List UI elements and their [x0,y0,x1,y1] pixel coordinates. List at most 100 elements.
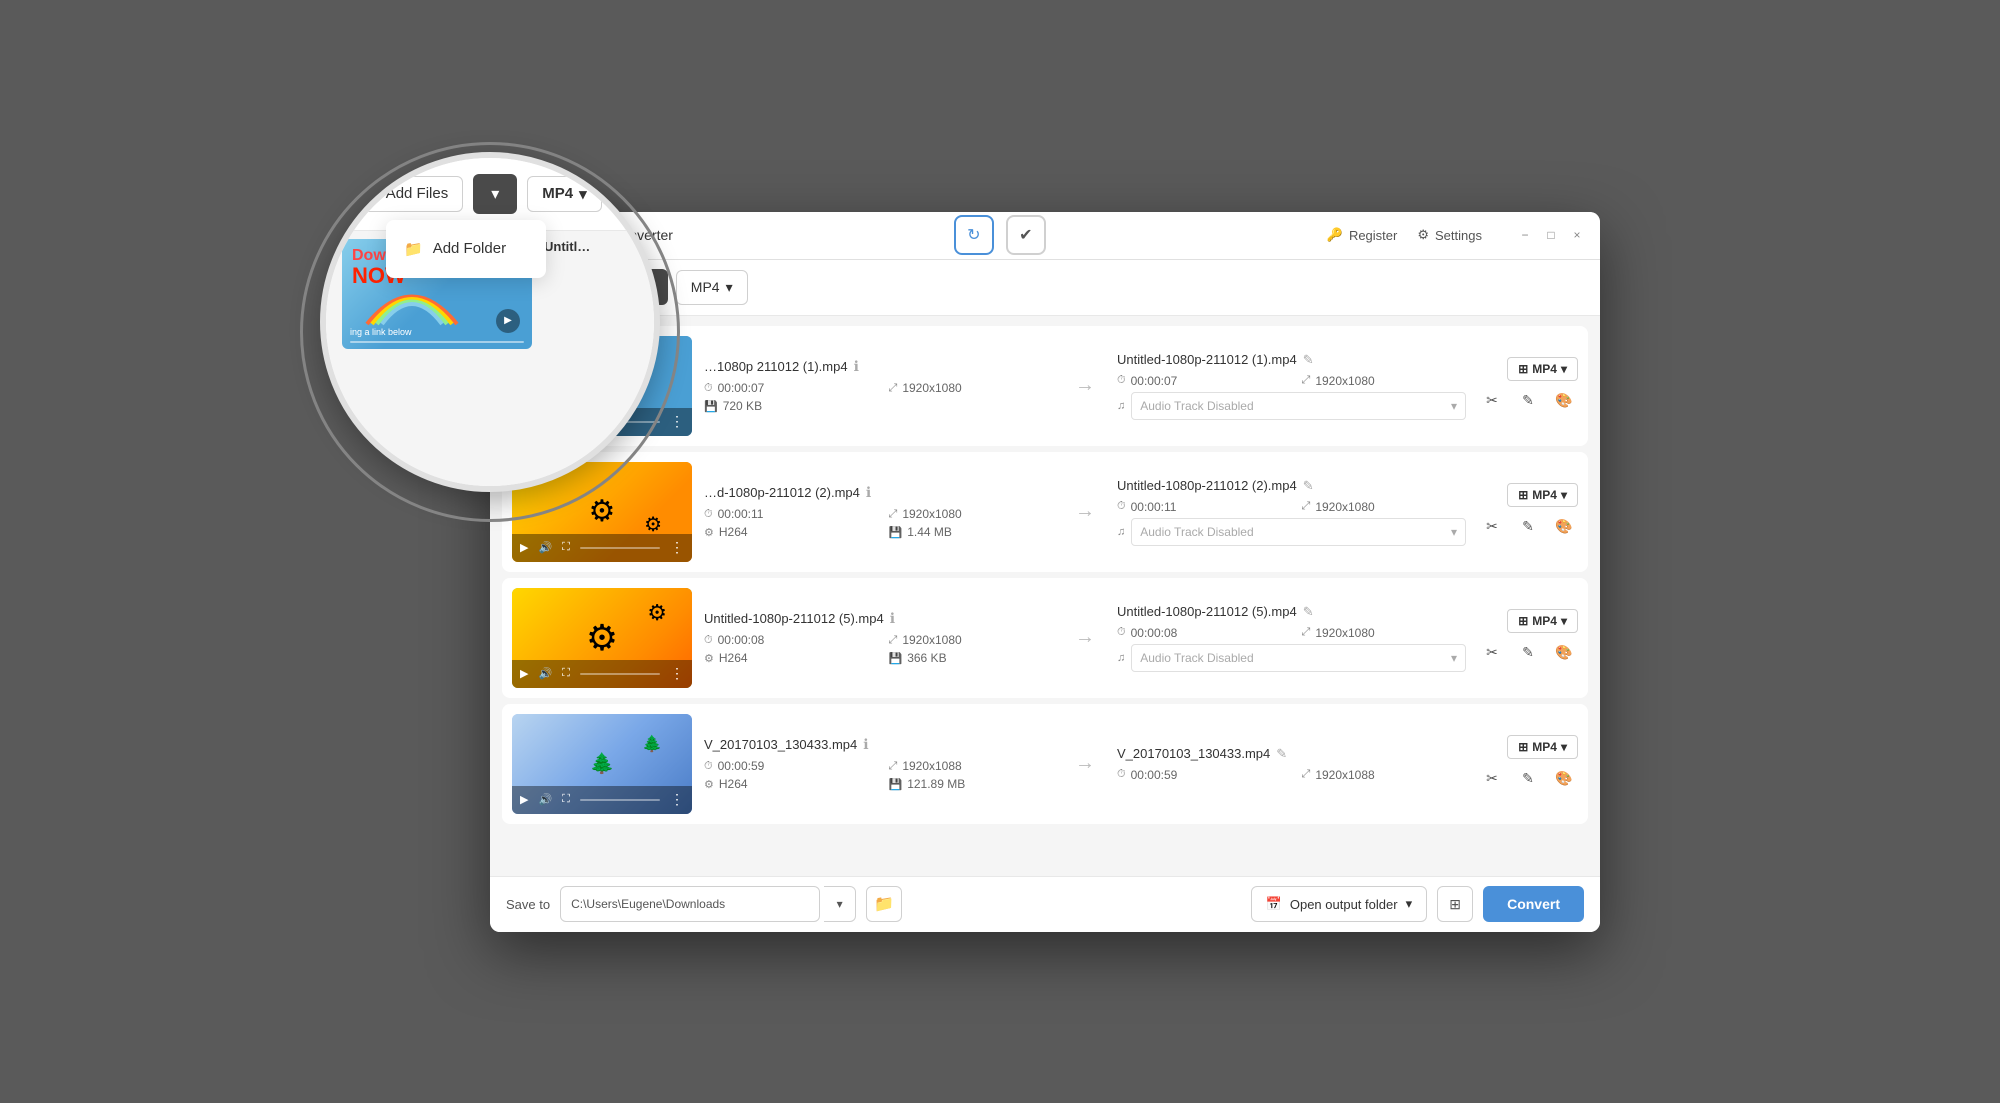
more-btn-1[interactable]: ⋮ [670,413,684,430]
edit-btn-4[interactable]: ✎ [1514,765,1542,793]
info-icon-1[interactable]: ℹ [854,358,859,375]
res-icon-1: ⤢ [889,382,898,395]
input-duration-4: 00:00:59 [718,759,765,773]
play-btn-2[interactable]: ▶ [520,541,528,554]
fullscreen-btn-4[interactable]: ⛶ [562,793,570,806]
clock-icon-1: ⏱ [704,382,713,395]
info-icon-4[interactable]: ℹ [863,736,868,753]
format-arrow-2: ▾ [1561,488,1567,502]
settings-label: Settings [1435,228,1482,243]
res-icon-2: ⤢ [889,508,898,521]
edit-name-icon-1[interactable]: ✎ [1303,352,1314,368]
color-btn-2[interactable]: 🎨 [1550,513,1578,541]
input-resolution-1: 1920x1080 [902,381,961,395]
out-res-icon-3: ⤢ [1302,626,1311,639]
convert-button[interactable]: Convert [1483,886,1584,922]
grid-view-btn[interactable]: ⊞ [1437,886,1473,922]
audio-dropdown-arrow-1: ▾ [1451,399,1457,413]
maximize-btn[interactable]: □ [1544,228,1558,242]
file-info-4: V_20170103_130433.mp4 ℹ ⏱ 00:00:59 ⤢ 192… [704,736,1053,791]
output-duration-3: 00:00:08 [1131,626,1178,640]
output-info-1: Untitled-1080p-211012 (1).mp4 ✎ ⏱ 00:00:… [1117,352,1466,420]
cut-btn-4[interactable]: ✂ [1478,765,1506,793]
color-btn-4[interactable]: 🎨 [1550,765,1578,793]
cut-btn-1[interactable]: ✂ [1478,387,1506,415]
check-btn[interactable]: ✔ [1006,215,1046,255]
more-btn-4[interactable]: ⋮ [670,791,684,808]
more-btn-3[interactable]: ⋮ [670,665,684,682]
table-row: ⚙ ⚙ ▶ 🔊 ⛶ ⋮ Untitled-1080p-211012 (5).mp… [502,578,1588,698]
audio-dropdown-arrow-2: ▾ [1451,525,1457,539]
open-output-btn[interactable]: 📅 Open output folder ▾ [1251,886,1427,922]
volume-btn-2[interactable]: 🔊 [538,541,552,554]
format-label-3: MP4 [1532,614,1557,628]
output-format-3[interactable]: ⊞ MP4 ▾ [1507,609,1578,633]
fullscreen-btn-2[interactable]: ⛶ [562,541,570,554]
edit-name-icon-2[interactable]: ✎ [1303,478,1314,494]
color-btn-1[interactable]: 🎨 [1550,387,1578,415]
rotate-btn[interactable]: ↻ [954,215,994,255]
volume-btn-3[interactable]: 🔊 [538,667,552,680]
input-filename-2: …d-1080p-211012 (2).mp4 [704,485,860,500]
output-resolution-2: 1920x1080 [1315,500,1374,514]
audio-track-select-3[interactable]: Audio Track Disabled ▾ [1131,644,1466,672]
edit-btn-2[interactable]: ✎ [1514,513,1542,541]
more-btn-2[interactable]: ⋮ [670,539,684,556]
color-btn-3[interactable]: 🎨 [1550,639,1578,667]
output-resolution-3: 1920x1080 [1315,626,1374,640]
file-info-3: Untitled-1080p-211012 (5).mp4 ℹ ⏱ 00:00:… [704,610,1053,665]
output-duration-1: 00:00:07 [1131,374,1178,388]
volume-btn-4[interactable]: 🔊 [538,793,552,806]
edit-btn-3[interactable]: ✎ [1514,639,1542,667]
browse-folder-btn[interactable]: 📁 [866,886,902,922]
fullscreen-btn-3[interactable]: ⛶ [562,667,570,680]
cut-btn-3[interactable]: ✂ [1478,639,1506,667]
settings-btn[interactable]: ⚙ Settings [1417,227,1482,243]
size-icon-1: 💾 [704,400,718,413]
edit-name-icon-3[interactable]: ✎ [1303,604,1314,620]
output-format-1[interactable]: ⊞ MP4 ▾ [1507,357,1578,381]
format-selector-btn[interactable]: MP4 ▾ [676,270,748,305]
audio-track-select-2[interactable]: Audio Track Disabled ▾ [1131,518,1466,546]
codec-icon-3: ⚙ [704,652,714,665]
path-dropdown-btn[interactable]: ▾ [824,886,856,922]
footer: Save to C:\Users\Eugene\Downloads ▾ 📁 📅 … [490,876,1600,932]
mag-add-files-btn[interactable]: 📄 Add Files [346,176,463,212]
output-filename-4: V_20170103_130433.mp4 [1117,746,1270,761]
audio-track-select-1[interactable]: Audio Track Disabled ▾ [1131,392,1466,420]
format-label-4: MP4 [1532,740,1557,754]
arrow-1: → [1065,374,1105,397]
input-duration-2: 00:00:11 [718,507,764,521]
audio-track-label-2: Audio Track Disabled [1140,525,1253,539]
clock-icon-3: ⏱ [704,634,713,647]
output-format-4[interactable]: ⊞ MP4 ▾ [1507,735,1578,759]
mag-format-btn[interactable]: MP4 ▾ [527,176,601,212]
output-format-2[interactable]: ⊞ MP4 ▾ [1507,483,1578,507]
input-size-1: 720 KB [723,399,762,413]
play-btn-3[interactable]: ▶ [520,667,528,680]
mag-dropdown-btn[interactable]: ▾ [473,174,517,214]
edit-btn-1[interactable]: ✎ [1514,387,1542,415]
codec-icon-4: ⚙ [704,778,714,791]
info-icon-2[interactable]: ℹ [866,484,871,501]
cut-btn-2[interactable]: ✂ [1478,513,1506,541]
play-btn-4[interactable]: ▶ [520,793,528,806]
close-btn[interactable]: × [1570,228,1584,242]
res-icon-4: ⤢ [889,760,898,773]
file-list: Download NOW ▶ 🔊 ⛶ [490,316,1600,876]
input-duration-1: 00:00:07 [718,381,765,395]
register-btn[interactable]: 🔑 Register [1327,227,1398,243]
input-resolution-3: 1920x1080 [902,633,961,647]
save-path-display: C:\Users\Eugene\Downloads [560,886,820,922]
format-label: MP4 [691,279,720,295]
info-icon-3[interactable]: ℹ [890,610,895,627]
minimize-btn[interactable]: − [1518,228,1532,242]
add-folder-item[interactable]: 📁 Add Folder [386,228,546,270]
audio-track-label-3: Audio Track Disabled [1140,651,1253,665]
arrow-3: → [1065,626,1105,649]
out-res-icon-2: ⤢ [1302,500,1311,513]
edit-name-icon-4[interactable]: ✎ [1276,746,1287,762]
input-filename-4: V_20170103_130433.mp4 [704,737,857,752]
format-arrow-1: ▾ [1561,362,1567,376]
mag-file-icon: 📄 [361,185,380,203]
